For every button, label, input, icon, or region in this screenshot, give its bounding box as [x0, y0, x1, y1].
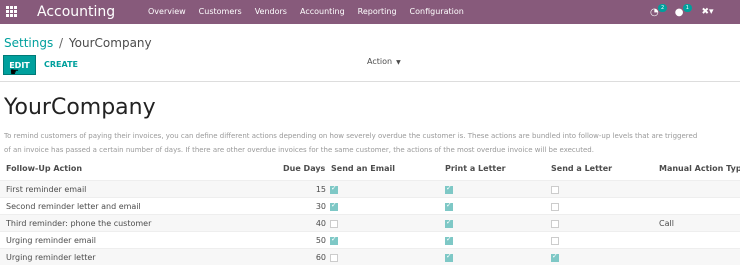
send-email-checkbox[interactable]	[330, 254, 338, 262]
activity-icon[interactable]: ◔ 2	[650, 3, 668, 18]
print-letter-checkbox[interactable]	[445, 201, 453, 211]
cell-due-days: 60	[315, 253, 326, 262]
header-send-letter[interactable]: Send a Letter	[551, 164, 612, 173]
create-button[interactable]: CREATE	[44, 60, 78, 69]
send-email-checkbox[interactable]	[330, 235, 338, 245]
send-letter-checkbox[interactable]	[551, 237, 559, 245]
menu-item-configuration[interactable]: Configuration	[410, 7, 464, 16]
cursor-icon: ☛	[10, 67, 19, 78]
print-letter-checkbox[interactable]	[445, 218, 453, 228]
cell-followup-action: First reminder email	[6, 185, 87, 194]
divider	[0, 81, 740, 82]
table-row[interactable]: Third reminder: phone the customer 40 Call	[0, 214, 740, 231]
table-row[interactable]: Second reminder letter and email 30	[0, 197, 740, 214]
cell-followup-action: Urging reminder email	[6, 236, 97, 245]
systray: ◔ 2 ● 1 ✖▾	[650, 3, 714, 20]
cell-manual-action-type: Call	[659, 219, 674, 228]
menu-item-overview[interactable]: Overview	[148, 7, 186, 16]
table-row[interactable]: First reminder email 15	[0, 180, 740, 197]
breadcrumb-current: YourCompany	[68, 36, 152, 50]
chat-icon[interactable]: ● 1	[675, 3, 692, 18]
cell-followup-action: Urging reminder letter	[6, 253, 96, 262]
header-print-letter[interactable]: Print a Letter	[445, 164, 506, 173]
menu-item-accounting[interactable]: Accounting	[300, 7, 345, 16]
send-letter-checkbox[interactable]	[551, 186, 559, 194]
edit-button[interactable]: EDIT	[3, 55, 36, 75]
messages-badge: 1	[682, 3, 692, 12]
cell-followup-action: Third reminder: phone the customer	[6, 219, 152, 228]
menu-item-reporting[interactable]: Reporting	[358, 7, 397, 16]
action-label: Action	[367, 57, 393, 66]
description-line-2: of an invoice has passed a certain numbe…	[4, 146, 594, 154]
table-row[interactable]: Urging reminder letter 60	[0, 248, 740, 265]
description-line-1: To remind customers of paying their invo…	[4, 132, 698, 140]
cell-followup-action: Second reminder letter and email	[6, 202, 141, 211]
menu-item-customers[interactable]: Customers	[199, 7, 242, 16]
tools-icon[interactable]: ✖▾	[701, 7, 713, 17]
breadcrumb-separator: /	[59, 36, 64, 50]
header-due-days[interactable]: Due Days	[283, 164, 325, 173]
print-letter-checkbox[interactable]	[445, 235, 453, 245]
send-letter-checkbox[interactable]	[551, 203, 559, 211]
followup-description: To remind customers of paying their invo…	[4, 129, 740, 157]
print-letter-checkbox[interactable]	[445, 184, 453, 194]
send-email-checkbox[interactable]	[330, 184, 338, 194]
cell-due-days: 40	[315, 219, 326, 228]
send-email-checkbox[interactable]	[330, 220, 338, 228]
header-manual-action-type[interactable]: Manual Action Type	[659, 164, 740, 173]
cell-due-days: 30	[315, 202, 326, 211]
table-row[interactable]: Urging reminder email 50	[0, 231, 740, 248]
action-dropdown[interactable]: Action ▼	[367, 57, 401, 66]
send-letter-checkbox[interactable]	[551, 252, 559, 262]
activity-badge: 2	[658, 3, 668, 12]
company-name: YourCompany	[4, 95, 156, 120]
cell-due-days: 50	[315, 236, 326, 245]
breadcrumb-settings[interactable]: Settings	[4, 36, 53, 50]
main-menu: Overview Customers Vendors Accounting Re…	[148, 7, 477, 16]
apps-grid-icon[interactable]	[6, 6, 17, 17]
header-followup-action[interactable]: Follow-Up Action	[6, 164, 82, 173]
top-navbar: Accounting Overview Customers Vendors Ac…	[0, 0, 740, 24]
send-email-checkbox[interactable]	[330, 201, 338, 211]
cell-due-days: 15	[315, 185, 326, 194]
breadcrumb: Settings / YourCompany	[4, 36, 152, 50]
send-letter-checkbox[interactable]	[551, 220, 559, 228]
app-name[interactable]: Accounting	[37, 4, 115, 20]
print-letter-checkbox[interactable]	[445, 252, 453, 262]
caret-down-icon: ▼	[396, 59, 401, 66]
header-send-email[interactable]: Send an Email	[331, 164, 395, 173]
menu-item-vendors[interactable]: Vendors	[255, 7, 287, 16]
